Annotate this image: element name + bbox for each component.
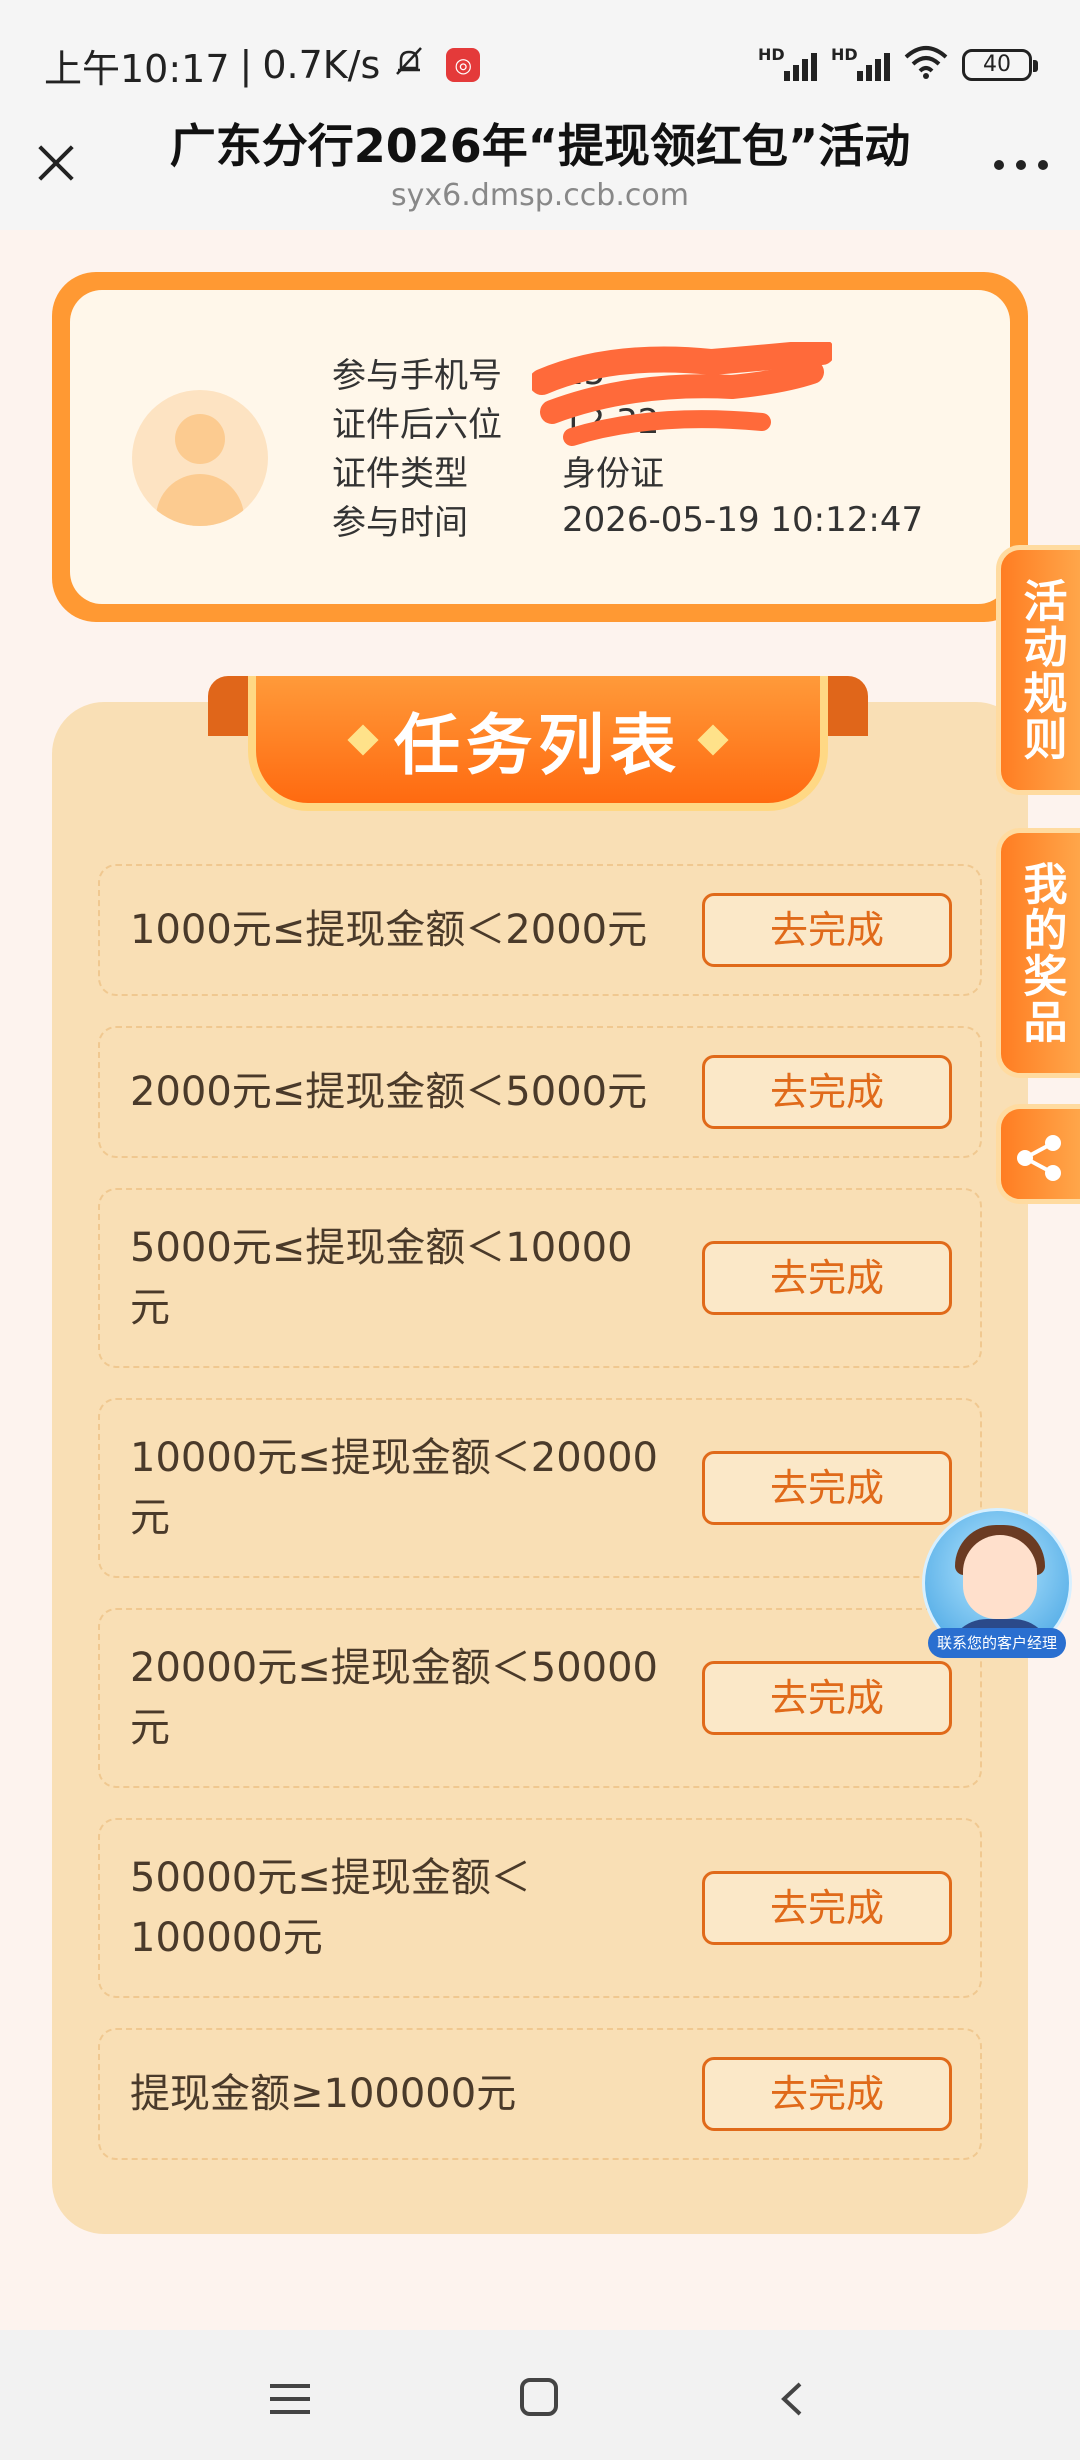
activity-rules-tab[interactable]: 活动规则 [996,545,1080,795]
complete-task-button[interactable]: 去完成 [702,1055,952,1129]
info-value: 2026-05-19 10:12:47 [562,499,924,540]
wifi-icon [904,45,948,86]
status-time: 上午10:17 [44,46,230,91]
task-item: 5000元≤提现金额＜10000元 去完成 [98,1188,982,1368]
network-speed: 0.7K/s [262,43,381,87]
share-icon [1017,1135,1061,1181]
back-button[interactable] [778,2382,808,2416]
task-condition: 5000元≤提现金额＜10000元 [130,1225,633,1331]
more-dot [1038,160,1048,170]
status-separator: | [239,43,253,87]
task-condition: 20000元≤提现金额＜50000元 [130,1645,659,1751]
task-list-header: 任务列表 [208,676,868,816]
mute-bell-icon [392,43,426,87]
info-row-join-time: 参与时间 2026-05-19 10:12:47 [332,495,923,544]
navigation-bar: 广东分行2026年“提现领红包”活动 syx6.dmsp.ccb.com [0,110,1080,230]
more-menu-button[interactable] [994,160,1048,170]
status-right: HD HD 40 [758,45,1038,86]
signal-icon-2: HD [831,45,890,81]
app-notification-icon: ◎ [446,48,481,82]
info-label: 证件后六位 [332,405,502,445]
redaction-scribble [532,342,832,446]
info-value: 身份证 [562,454,664,494]
task-list-title: 任务列表 [394,706,682,784]
complete-task-button[interactable]: 去完成 [702,2057,952,2131]
agent-face [963,1535,1037,1619]
complete-task-button[interactable]: 去完成 [702,1241,952,1315]
my-prizes-tab[interactable]: 我的奖品 [996,828,1080,1078]
more-dot [994,160,1004,170]
hd-label-2: HD [831,45,858,64]
diamond-icon [697,723,729,756]
task-item: 10000元≤提现金额＜20000元 去完成 [98,1398,982,1578]
complete-task-button[interactable]: 去完成 [702,1661,952,1735]
task-item: 提现金额≥100000元 去完成 [98,2028,982,2160]
battery-icon: 40 [962,49,1038,81]
customer-manager-label[interactable]: 联系您的客户经理 [928,1628,1066,1658]
task-condition: 1000元≤提现金额＜2000元 [130,907,648,953]
ribbon-banner: 任务列表 [248,676,828,811]
complete-task-button[interactable]: 去完成 [702,1451,952,1525]
task-condition: 50000元≤提现金额＜100000元 [130,1855,531,1961]
page-url: syx6.dmsp.ccb.com [391,178,689,213]
diamond-icon [347,723,379,756]
task-condition: 10000元≤提现金额＜20000元 [130,1435,659,1541]
user-info-card-inner: 参与手机号 15 证件后六位 12 32 证件类型 身份证 参与时间 2026-… [70,290,1010,604]
recent-apps-button[interactable] [270,2382,310,2416]
system-navigation-bar [0,2330,1080,2460]
info-row-id-type: 证件类型 身份证 [332,446,923,495]
share-button[interactable] [996,1104,1080,1204]
avatar [132,390,268,526]
home-button[interactable] [520,2378,558,2416]
complete-task-button[interactable]: 去完成 [702,893,952,967]
user-info-card: 参与手机号 15 证件后六位 12 32 证件类型 身份证 参与时间 2026-… [52,272,1028,622]
task-item: 2000元≤提现金额＜5000元 去完成 [98,1026,982,1158]
task-condition: 提现金额≥100000元 [130,2071,517,2117]
task-condition: 2000元≤提现金额＜5000元 [130,1069,648,1115]
signal-icon: HD [758,45,817,81]
page-title: 广东分行2026年“提现领红包”活动 [169,119,911,173]
info-label: 参与手机号 [332,356,502,396]
hd-label: HD [758,45,785,64]
task-item: 20000元≤提现金额＜50000元 去完成 [98,1608,982,1788]
complete-task-button[interactable]: 去完成 [702,1871,952,1945]
task-item: 1000元≤提现金额＜2000元 去完成 [98,864,982,996]
avatar-head [175,414,225,464]
avatar-body [156,474,244,526]
more-dot [1016,160,1026,170]
status-left: 上午10:17 | 0.7K/s ◎ [44,38,481,93]
info-label: 证件类型 [332,454,468,494]
task-item: 50000元≤提现金额＜100000元 去完成 [98,1818,982,1998]
info-label: 参与时间 [332,503,468,543]
